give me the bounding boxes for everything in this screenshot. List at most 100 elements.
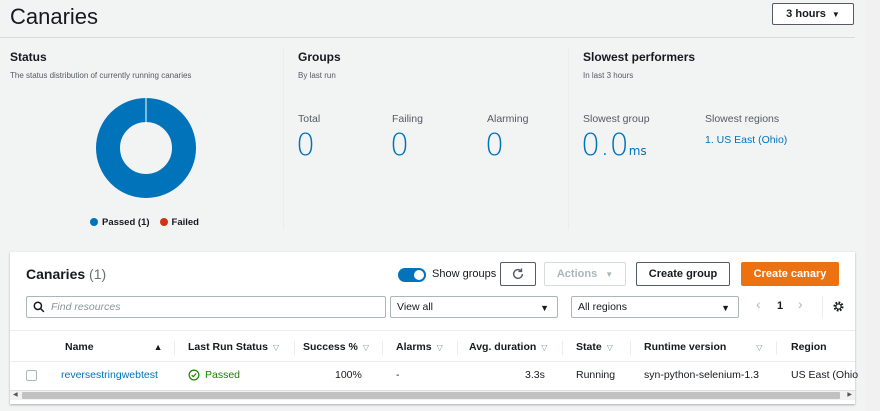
total-value: 0 bbox=[296, 128, 316, 163]
column-region[interactable]: Region bbox=[791, 341, 827, 353]
column-separator bbox=[382, 341, 383, 355]
column-separator bbox=[174, 341, 175, 355]
alarming-value: 0 bbox=[485, 128, 505, 163]
summary-section: Status The status distribution of curren… bbox=[0, 37, 855, 237]
failed-dot-icon bbox=[159, 218, 168, 226]
row-checkbox[interactable] bbox=[26, 370, 37, 381]
scroll-left-icon[interactable]: ◀ bbox=[13, 391, 18, 398]
actions-label: Actions bbox=[556, 268, 598, 280]
vertical-scrollbar[interactable] bbox=[866, 0, 880, 411]
slowest-group-label: Slowest group bbox=[583, 113, 650, 125]
legend-failed-label: Failed bbox=[171, 217, 199, 228]
create-canary-button[interactable]: Create canary bbox=[741, 262, 839, 286]
time-range-button[interactable]: 3 hours ▼ bbox=[772, 3, 854, 25]
slowest-group-unit: ms bbox=[628, 144, 647, 158]
toggle-knob bbox=[414, 270, 424, 280]
column-alarms-label: Alarms bbox=[396, 341, 432, 353]
sort-icon: ▽ bbox=[756, 343, 763, 352]
column-separator bbox=[776, 341, 777, 355]
success-percent: 100% bbox=[335, 369, 362, 381]
column-state[interactable]: State ▽ bbox=[576, 341, 613, 353]
refresh-icon bbox=[512, 268, 524, 280]
sort-icon: ▽ bbox=[362, 343, 370, 352]
alarms-value: - bbox=[396, 369, 400, 381]
pager-divider bbox=[822, 296, 823, 318]
last-run-status-text: Passed bbox=[205, 369, 241, 381]
canaries-title-text: Canaries bbox=[26, 266, 86, 282]
column-runtime-version[interactable]: Runtime version ▽ bbox=[644, 341, 762, 353]
column-name-label: Name bbox=[65, 341, 94, 353]
scrollbar-thumb[interactable] bbox=[22, 392, 840, 399]
groups-subtitle: By last run bbox=[298, 71, 336, 80]
refresh-button[interactable] bbox=[500, 262, 536, 286]
next-page-icon[interactable]: › bbox=[798, 296, 803, 312]
column-divider bbox=[568, 48, 569, 230]
region-value: US East (Ohio bbox=[791, 369, 859, 381]
canaries-panel: Canaries (1) Show groups Actions ▼ Create… bbox=[10, 252, 859, 404]
groups-title: Groups bbox=[298, 50, 341, 64]
search-icon bbox=[33, 301, 45, 313]
slowest-region-link[interactable]: 1. US East (Ohio) bbox=[705, 134, 787, 146]
canaries-panel-title: Canaries (1) bbox=[26, 266, 106, 282]
legend-passed: Passed (1) bbox=[90, 217, 150, 228]
avg-duration-value: 3.3s bbox=[525, 369, 545, 381]
column-separator bbox=[457, 341, 458, 355]
alarming-label: Alarming bbox=[487, 113, 529, 125]
column-success-label: Success % bbox=[303, 341, 358, 353]
caret-down-icon: ▼ bbox=[540, 303, 549, 313]
column-separator bbox=[630, 341, 631, 355]
table-header: Name ▲ Last Run Status ▽ Success % ▽ Alarms… bbox=[10, 330, 855, 362]
sort-ascending-icon: ▲ bbox=[153, 342, 163, 352]
caret-down-icon: ▼ bbox=[721, 303, 730, 313]
horizontal-scrollbar[interactable]: ◀ ▶ bbox=[10, 390, 855, 400]
failing-value: 0 bbox=[390, 128, 410, 163]
actions-button[interactable]: Actions ▼ bbox=[544, 262, 626, 286]
passed-dot-icon bbox=[90, 218, 98, 226]
column-state-label: State bbox=[576, 341, 602, 353]
column-separator bbox=[294, 341, 295, 355]
legend-passed-label: Passed (1) bbox=[102, 217, 150, 228]
slowest-group-value: 0.0ms bbox=[581, 128, 647, 163]
sort-icon: ▽ bbox=[606, 343, 613, 352]
region-filter-select[interactable]: All regions ▼ bbox=[571, 296, 739, 318]
view-filter-value: View all bbox=[397, 301, 433, 313]
previous-page-icon[interactable]: ‹ bbox=[756, 296, 761, 312]
slowest-subtitle: In last 3 hours bbox=[583, 71, 634, 80]
check-circle-icon bbox=[188, 369, 200, 381]
sort-icon: ▽ bbox=[272, 343, 280, 352]
slowest-regions-label: Slowest regions bbox=[705, 113, 780, 125]
create-group-button[interactable]: Create group bbox=[636, 262, 730, 286]
total-label: Total bbox=[298, 113, 321, 125]
search-placeholder: Find resources bbox=[51, 301, 121, 313]
column-last-run-label: Last Run Status bbox=[188, 341, 268, 353]
runtime-version-value: syn-python-selenium-1.3 bbox=[644, 369, 759, 381]
slowest-title: Slowest performers bbox=[583, 50, 696, 64]
caret-down-icon: ▼ bbox=[831, 9, 840, 19]
page-title: Canaries bbox=[10, 4, 99, 29]
status-subtitle: The status distribution of currently run… bbox=[10, 71, 192, 80]
gear-icon[interactable] bbox=[832, 300, 845, 313]
column-name[interactable]: Name ▲ bbox=[65, 341, 163, 353]
column-separator bbox=[562, 341, 563, 355]
column-avg-duration-label: Avg. duration bbox=[469, 341, 537, 353]
column-success[interactable]: Success % ▽ bbox=[303, 341, 369, 353]
column-avg-duration[interactable]: Avg. duration ▽ bbox=[469, 341, 547, 353]
column-alarms[interactable]: Alarms ▽ bbox=[396, 341, 443, 353]
scroll-right-icon[interactable]: ▶ bbox=[847, 391, 852, 398]
failing-label: Failing bbox=[392, 113, 423, 125]
canary-name-link[interactable]: reversestringwebtest bbox=[61, 369, 158, 381]
last-run-status: Passed bbox=[188, 369, 240, 381]
page-number[interactable]: 1 bbox=[777, 300, 783, 312]
view-filter-select[interactable]: View all ▼ bbox=[390, 296, 558, 318]
show-groups-label: Show groups bbox=[432, 268, 497, 280]
column-last-run-status[interactable]: Last Run Status ▽ bbox=[188, 341, 279, 353]
table-row[interactable]: reversestringwebtest Passed 100% - 3.3s … bbox=[10, 364, 859, 388]
legend-failed: Failed bbox=[159, 217, 199, 228]
time-range-label: 3 hours bbox=[786, 8, 826, 20]
canaries-count: (1) bbox=[89, 266, 107, 282]
status-legend: Passed (1) Failed bbox=[90, 217, 199, 228]
show-groups-toggle[interactable] bbox=[398, 268, 426, 282]
region-filter-value: All regions bbox=[578, 301, 628, 313]
search-input[interactable]: Find resources bbox=[26, 296, 386, 318]
status-title: Status bbox=[10, 50, 47, 64]
